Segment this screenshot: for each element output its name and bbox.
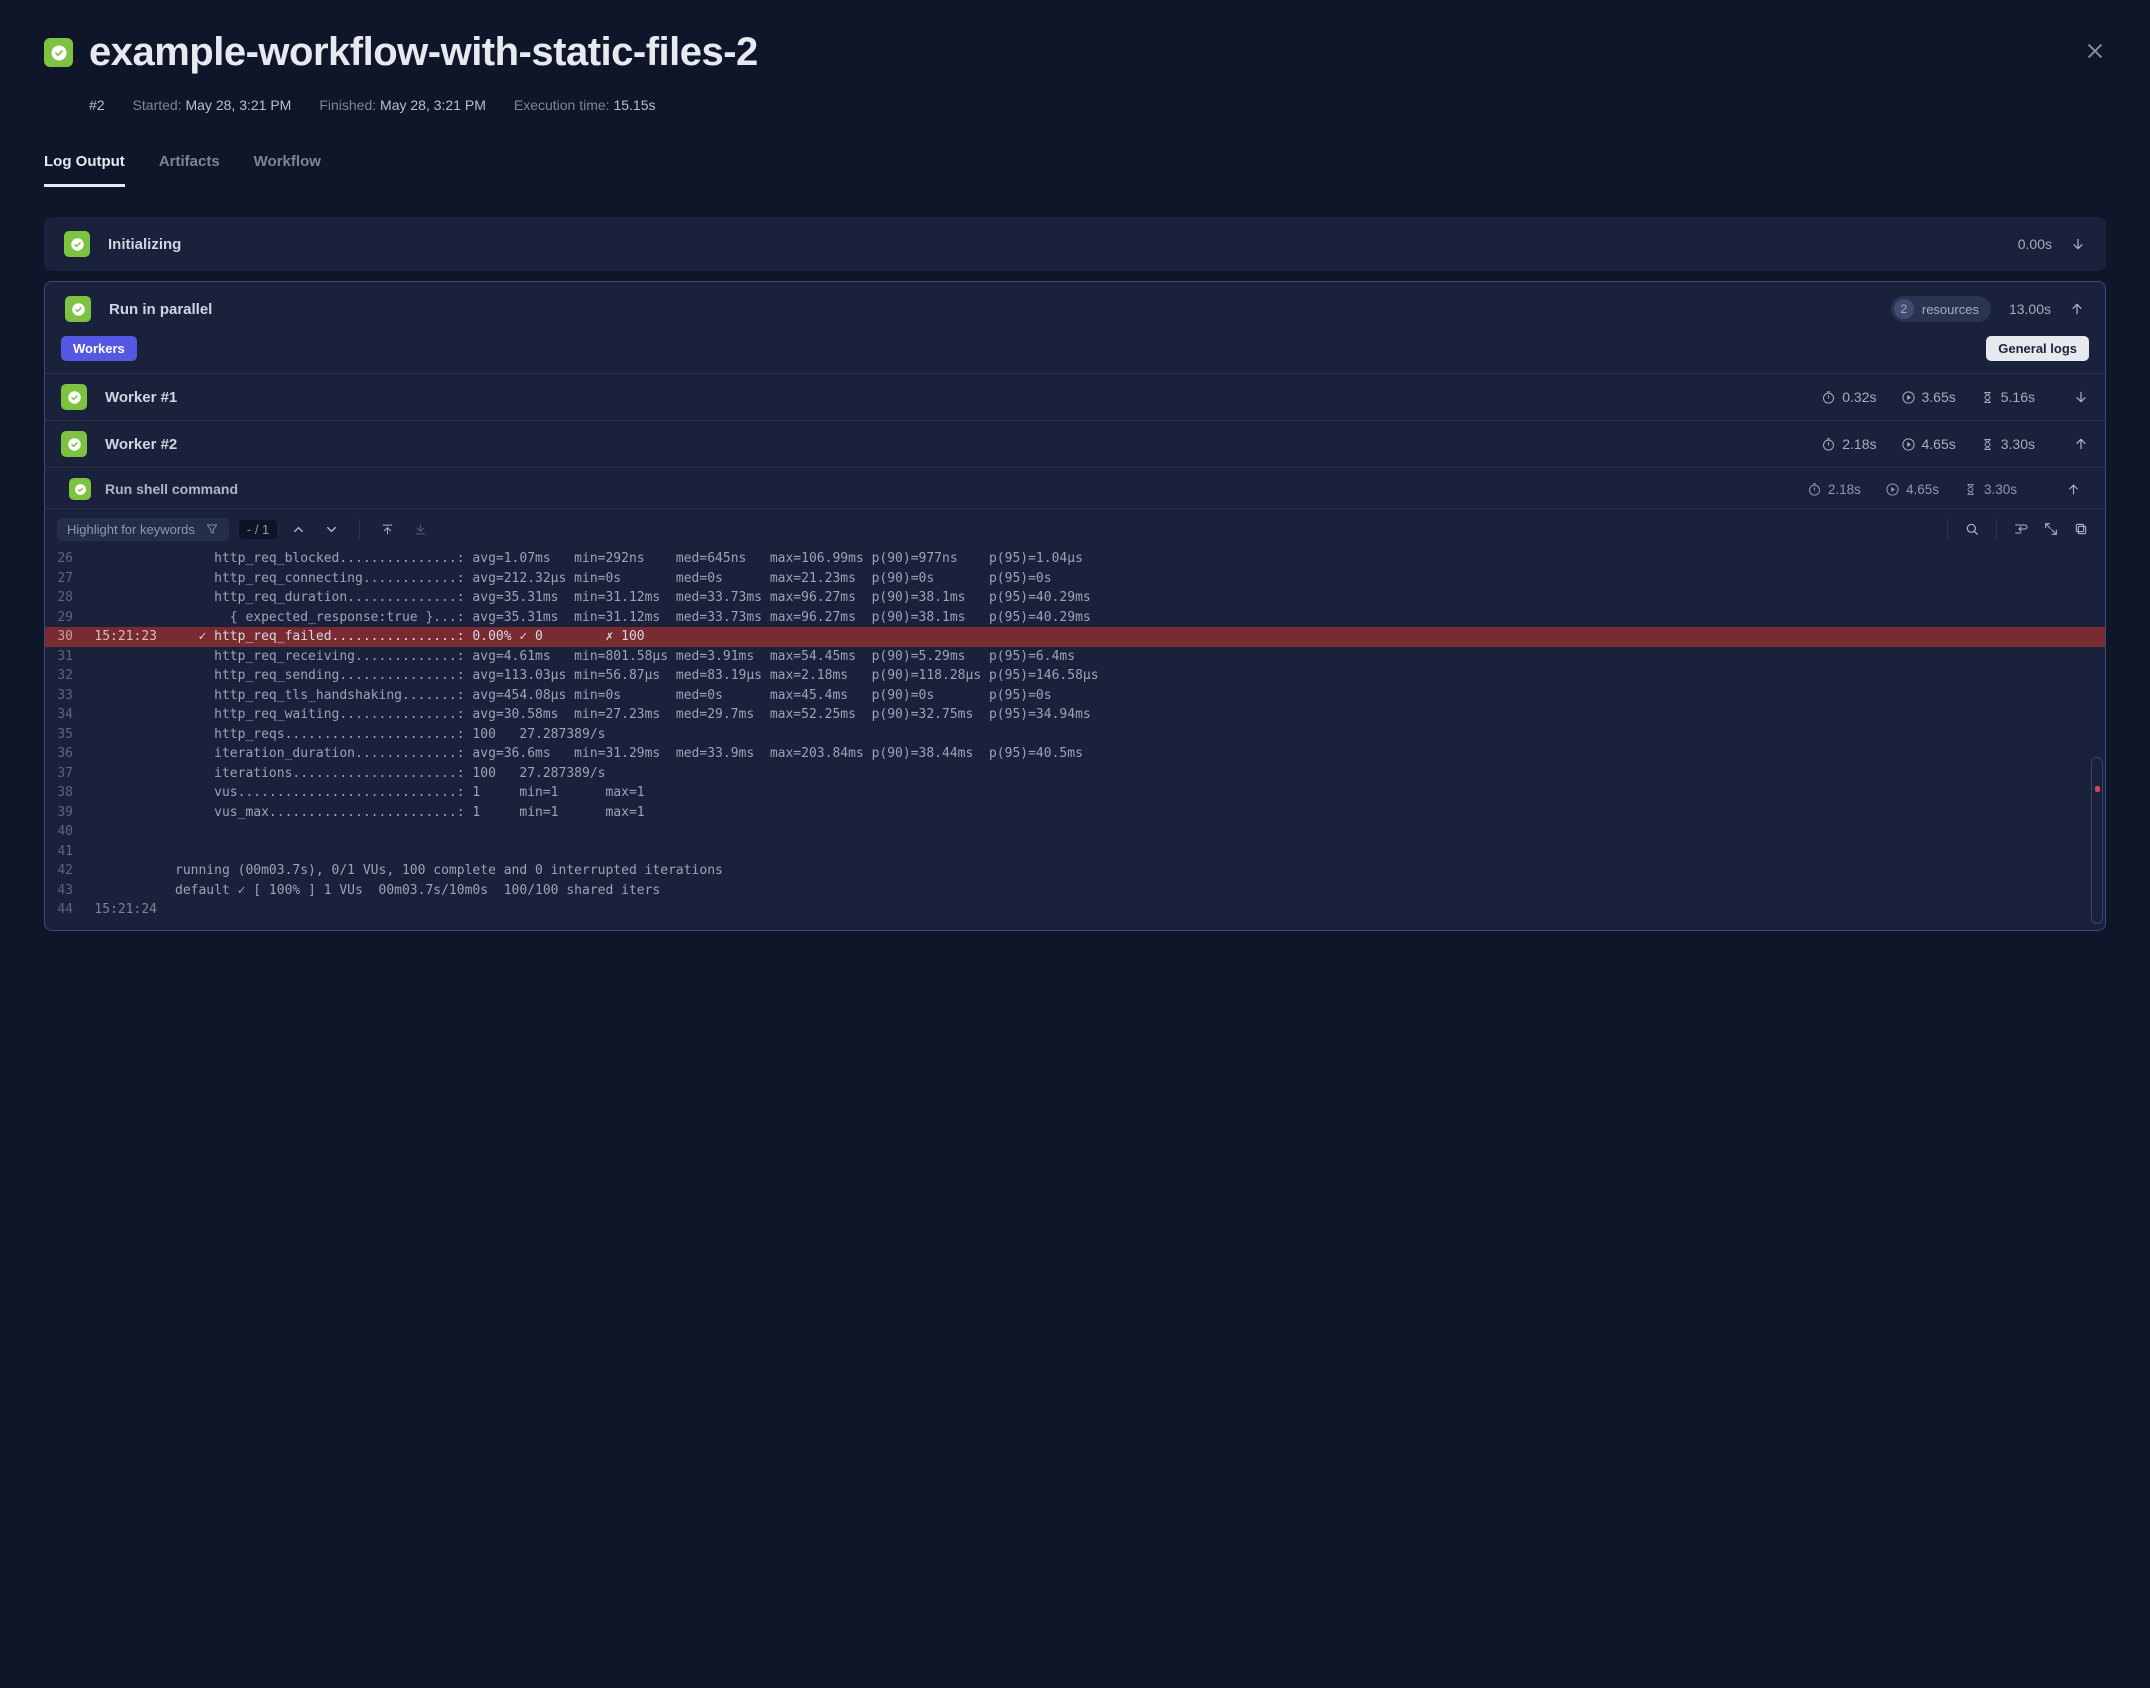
worker-title: Worker #2 bbox=[105, 436, 1803, 453]
collapse-icon[interactable] bbox=[2059, 436, 2089, 452]
status-success-icon bbox=[61, 431, 87, 457]
step-initializing[interactable]: Initializing 0.00s bbox=[44, 217, 2106, 271]
step-duration: 13.00s bbox=[2009, 301, 2051, 317]
step-duration: 0.00s bbox=[2018, 236, 2052, 252]
log-toolbar: Highlight for keywords - / 1 bbox=[45, 508, 2105, 549]
metric-queue-time: 2.18s bbox=[1807, 482, 1861, 497]
copy-button[interactable] bbox=[2069, 517, 2093, 541]
worker-row[interactable]: Worker #1 0.32s 3.65s 5.16s bbox=[45, 373, 2105, 420]
status-success-icon bbox=[65, 296, 91, 322]
hourglass-icon bbox=[1980, 390, 1995, 405]
started-time: May 28, 3:21 PM bbox=[186, 97, 292, 113]
search-button[interactable] bbox=[1960, 517, 1984, 541]
filter-icon bbox=[205, 522, 219, 536]
log-line: 31 http_req_receiving.............: avg=… bbox=[45, 647, 2105, 667]
play-icon bbox=[1901, 437, 1916, 452]
search-page-indicator: - / 1 bbox=[239, 520, 277, 539]
stopwatch-icon bbox=[1821, 390, 1836, 405]
expand-icon[interactable] bbox=[2070, 236, 2086, 252]
log-line: 29 { expected_response:true }...: avg=35… bbox=[45, 608, 2105, 628]
log-line: 33 http_req_tls_handshaking.......: avg=… bbox=[45, 686, 2105, 706]
expand-icon bbox=[2043, 521, 2059, 537]
collapse-icon[interactable] bbox=[2069, 301, 2085, 317]
metric-total-time: 5.16s bbox=[1980, 389, 2035, 405]
wrap-lines-button[interactable] bbox=[2009, 517, 2033, 541]
scrollbar-marker bbox=[2095, 786, 2100, 792]
log-line: 35 http_reqs......................: 100 … bbox=[45, 725, 2105, 745]
status-success-icon bbox=[61, 384, 87, 410]
log-line: 34 http_req_waiting...............: avg=… bbox=[45, 705, 2105, 725]
wrap-icon bbox=[2013, 521, 2029, 537]
tag-general-logs[interactable]: General logs bbox=[1986, 336, 2089, 361]
hourglass-icon bbox=[1980, 437, 1995, 452]
scrollbar-track[interactable] bbox=[2091, 757, 2103, 924]
close-button[interactable] bbox=[2084, 40, 2106, 62]
metric-run-time: 4.65s bbox=[1885, 482, 1939, 497]
log-line: 41 bbox=[45, 842, 2105, 862]
hourglass-icon bbox=[1963, 482, 1978, 497]
log-line: 32 http_req_sending...............: avg=… bbox=[45, 666, 2105, 686]
log-line: 43default ✓ [ 100% ] 1 VUs 00m03.7s/10m0… bbox=[45, 881, 2105, 901]
subtask-run-shell-command[interactable]: Run shell command 2.18s 4.65s 3.30s bbox=[45, 467, 2105, 508]
step-header[interactable]: Run in parallel 2 resources 13.00s bbox=[45, 282, 2105, 336]
log-line: 39 vus_max........................: 1 mi… bbox=[45, 803, 2105, 823]
run-number: #2 bbox=[89, 97, 105, 113]
execution-time: 15.15s bbox=[613, 97, 655, 113]
worker-title: Worker #1 bbox=[105, 389, 1803, 406]
tab-artifacts[interactable]: Artifacts bbox=[159, 153, 220, 187]
step-run-in-parallel: Run in parallel 2 resources 13.00s Worke… bbox=[44, 281, 2106, 931]
log-line: 28 http_req_duration..............: avg=… bbox=[45, 588, 2105, 608]
next-match-button[interactable] bbox=[320, 518, 343, 541]
search-icon bbox=[1964, 521, 1980, 537]
prev-match-button[interactable] bbox=[287, 518, 310, 541]
tab-workflow[interactable]: Workflow bbox=[254, 153, 321, 187]
metric-queue-time: 0.32s bbox=[1821, 389, 1876, 405]
metric-queue-time: 2.18s bbox=[1821, 436, 1876, 452]
play-icon bbox=[1885, 482, 1900, 497]
tag-workers[interactable]: Workers bbox=[61, 336, 137, 361]
tab-log-output[interactable]: Log Output bbox=[44, 153, 125, 187]
log-line: 3015:21:23 ✓ http_req_failed............… bbox=[45, 627, 2105, 647]
resources-pill[interactable]: 2 resources bbox=[1891, 296, 1991, 322]
highlight-keywords-input[interactable]: Highlight for keywords bbox=[57, 518, 229, 541]
copy-icon bbox=[2073, 521, 2089, 537]
page-title: example-workflow-with-static-files-2 bbox=[89, 30, 758, 75]
play-icon bbox=[1901, 390, 1916, 405]
close-icon bbox=[2084, 40, 2106, 62]
log-line: 38 vus............................: 1 mi… bbox=[45, 783, 2105, 803]
worker-row[interactable]: Worker #2 2.18s 4.65s 3.30s bbox=[45, 420, 2105, 467]
status-success-icon bbox=[64, 231, 90, 257]
scroll-top-button[interactable] bbox=[376, 518, 399, 541]
metric-total-time: 3.30s bbox=[1980, 436, 2035, 452]
metric-run-time: 3.65s bbox=[1901, 389, 1956, 405]
log-line: 4415:21:24 bbox=[45, 900, 2105, 920]
log-line: 42running (00m03.7s), 0/1 VUs, 100 compl… bbox=[45, 861, 2105, 881]
status-success-icon bbox=[44, 38, 73, 67]
log-line: 26 http_req_blocked...............: avg=… bbox=[45, 549, 2105, 569]
log-line: 36 iteration_duration.............: avg=… bbox=[45, 744, 2105, 764]
log-line: 37 iterations.....................: 100 … bbox=[45, 764, 2105, 784]
collapse-icon[interactable] bbox=[2041, 482, 2081, 497]
tab-bar: Log Output Artifacts Workflow bbox=[44, 153, 2106, 187]
log-line: 40 bbox=[45, 822, 2105, 842]
status-success-icon bbox=[69, 478, 91, 500]
metric-run-time: 4.65s bbox=[1901, 436, 1956, 452]
fullscreen-button[interactable] bbox=[2039, 517, 2063, 541]
log-output[interactable]: 26 http_req_blocked...............: avg=… bbox=[45, 549, 2105, 930]
stopwatch-icon bbox=[1807, 482, 1822, 497]
stopwatch-icon bbox=[1821, 437, 1836, 452]
log-line: 27 http_req_connecting............: avg=… bbox=[45, 569, 2105, 589]
metric-total-time: 3.30s bbox=[1963, 482, 2017, 497]
scroll-bottom-button[interactable] bbox=[409, 518, 432, 541]
expand-icon[interactable] bbox=[2059, 389, 2089, 405]
finished-time: May 28, 3:21 PM bbox=[380, 97, 486, 113]
meta-bar: #2 Started: May 28, 3:21 PM Finished: Ma… bbox=[44, 97, 2106, 113]
